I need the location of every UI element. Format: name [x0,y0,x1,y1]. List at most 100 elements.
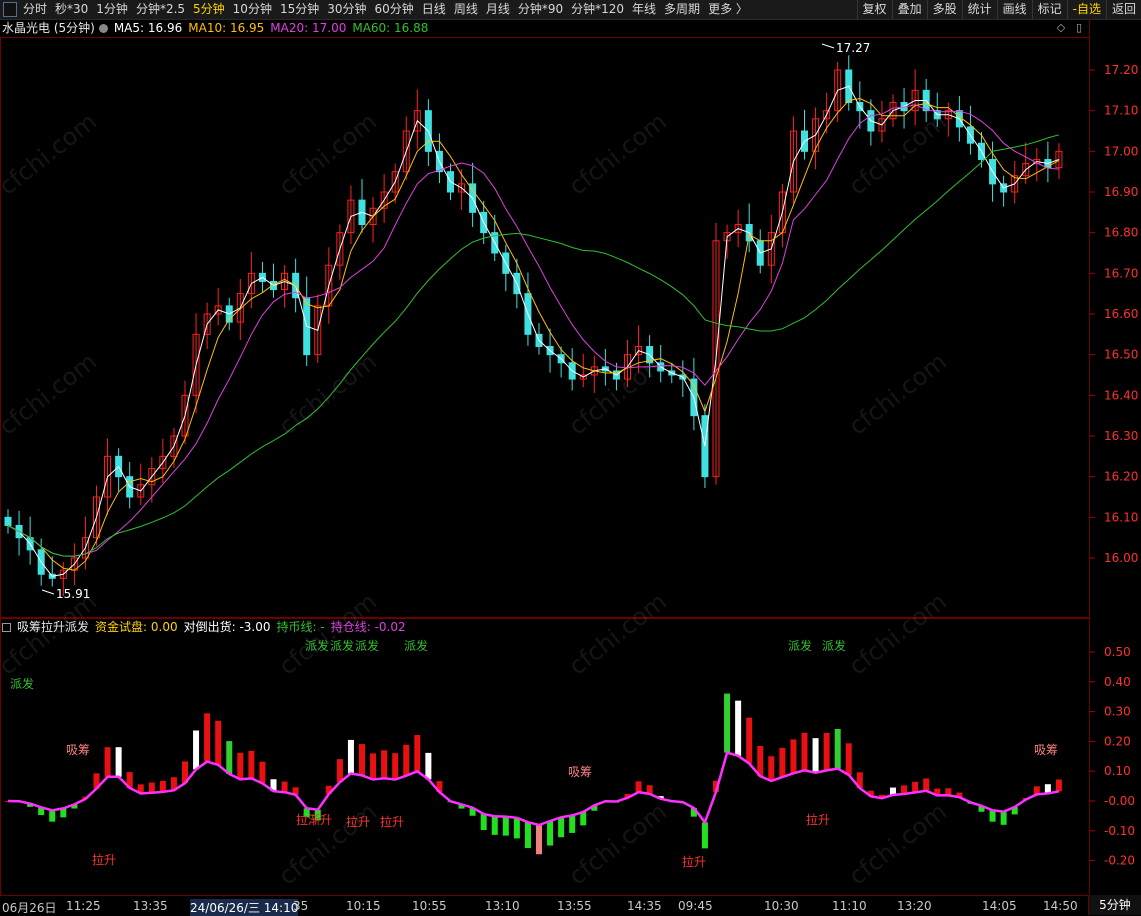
period-tab[interactable]: 更多 〉 [708,0,748,19]
candle-body [70,557,78,571]
period-tag[interactable]: 5分钟 [1088,895,1141,915]
toolbar-button[interactable]: 统计 [961,0,997,19]
signal-annotation: 吸筹 [1034,743,1058,757]
toolbar-button[interactable]: 画线 [996,0,1032,19]
period-tab[interactable]: 10分钟 [233,0,272,19]
watermark-text: cfchi.com [0,107,102,201]
indicator-bar [668,801,675,803]
period-tab[interactable]: 周线 [454,0,478,19]
period-tab[interactable]: 多周期 [664,0,700,19]
signal-annotation: 拉升 [92,852,116,867]
toolbar-button[interactable]: 标记 [1031,0,1067,19]
toolbar-button[interactable]: -自选 [1066,0,1106,19]
toolbar-button[interactable]: 叠加 [891,0,927,19]
toolbar-button[interactable]: 返回 [1105,0,1141,19]
time-axis-label: 35 [293,899,309,913]
indicator-toggle-icon[interactable] [2,622,11,632]
toolbar-button[interactable]: 多股 [926,0,962,19]
time-axis-label: 10:15 [346,899,381,913]
toolbar-button[interactable]: 复权 [856,0,892,19]
indicator-bar [713,780,719,792]
candle-body [26,537,34,551]
time-axis: 06月26日 11:25 13:35 24/06/26/三 14:10 35 10:15 1… [0,896,1090,916]
candle-body [380,191,388,209]
indicator-bar [1011,807,1018,815]
candle-body [336,232,344,266]
indicator-bar [558,817,565,838]
signal-annotation: 拉升 [806,812,830,827]
period-tab[interactable]: 月线 [486,0,510,19]
ma5-line [7,85,1060,577]
watermark-text: cfchi.com [843,107,952,201]
indicator-bar [901,785,908,794]
settings-dot-icon[interactable] [98,23,108,33]
candle-body [701,415,709,478]
period-tab[interactable]: 日线 [422,0,446,19]
indicator-bar [148,782,155,793]
candle-body [922,89,930,112]
indicator-name[interactable]: 吸筹拉升派发 [17,619,89,635]
signal-annotation: 派发 [788,638,812,653]
candle-body [612,370,620,380]
high-price-label: 17.27 [836,41,870,55]
price-axis-label: 16.30 [1104,429,1138,443]
main-candle-chart[interactable]: 17.20 17.10 17.00 16.90 16.80 16.70 16.60 16.50… [0,0,1141,915]
period-tab[interactable]: 分钟*120 [571,0,624,19]
toolbar-menu-icon[interactable] [3,2,17,17]
high-pointer [821,43,835,49]
candle-body [723,232,731,242]
time-axis-label: 13:10 [485,899,520,913]
signal-annotation: 派发 [404,638,428,653]
indicator-bar [867,790,874,797]
candle-body [270,280,277,291]
indicator-bar [60,808,67,818]
indicator-bar [890,787,896,795]
period-tab[interactable]: 60分钟 [375,0,414,19]
watermark-text: cfchi.com [563,797,672,891]
diamond-icon[interactable]: ◇ [1055,22,1067,34]
time-axis-label: 10:55 [412,899,447,913]
toolbar-right-buttons: 复权 叠加 多股 统计 画线 标记 -自选 返回 [856,0,1141,19]
indicator-bar [1055,779,1062,792]
price-axis-label: 16.60 [1104,307,1138,321]
candle-body [646,346,654,364]
period-tab[interactable]: 分钟*90 [518,0,563,19]
ma10-line [7,97,1060,571]
indicator-bar [193,730,200,770]
period-tab[interactable]: 15分钟 [280,0,319,19]
period-tab[interactable]: 年线 [632,0,656,19]
period-tab[interactable]: 分钟*2.5 [136,0,185,19]
period-tab[interactable]: 分时 [23,0,47,19]
indicator-axis-label: -0.20 [1104,854,1135,868]
signal-annotation: 派发 [355,638,379,653]
window-toggle-icon[interactable]: ▯ [1073,22,1085,34]
corner-icons: ◇ ▯ [1055,22,1085,34]
indicator-bar [281,781,288,793]
period-tab[interactable]: 1分钟 [96,0,128,19]
indicator-bar [657,796,664,799]
candle-body [546,346,554,356]
candle-body [767,232,775,266]
price-axis-label: 16.50 [1104,348,1138,362]
indicator-axis-label: 0.10 [1104,764,1131,778]
candle-body [867,110,875,132]
indicator-bar [347,739,354,774]
main-panel-border [0,37,1090,618]
indicator-axis-label: -0.00 [1104,794,1135,808]
indicator-bar [513,817,520,839]
period-tab[interactable]: 5分钟 [193,0,225,19]
price-axis-label: 16.40 [1104,388,1138,402]
indicator-bar [547,821,554,846]
period-tab[interactable]: 秒*30 [55,0,88,19]
indicator-bar [370,753,377,780]
ma60-line [7,134,1060,557]
watermark-text: cfchi.com [273,107,382,201]
low-pointer [41,589,55,595]
stock-title[interactable]: 水晶光电 (5分钟) [2,20,95,36]
indicator-bar [170,777,177,791]
signal-annotation: 拉升 [346,814,370,829]
indicator-bar [679,802,686,804]
watermark-text: cfchi.com [843,587,952,681]
period-tab[interactable]: 30分钟 [327,0,366,19]
candle-body [911,89,919,112]
